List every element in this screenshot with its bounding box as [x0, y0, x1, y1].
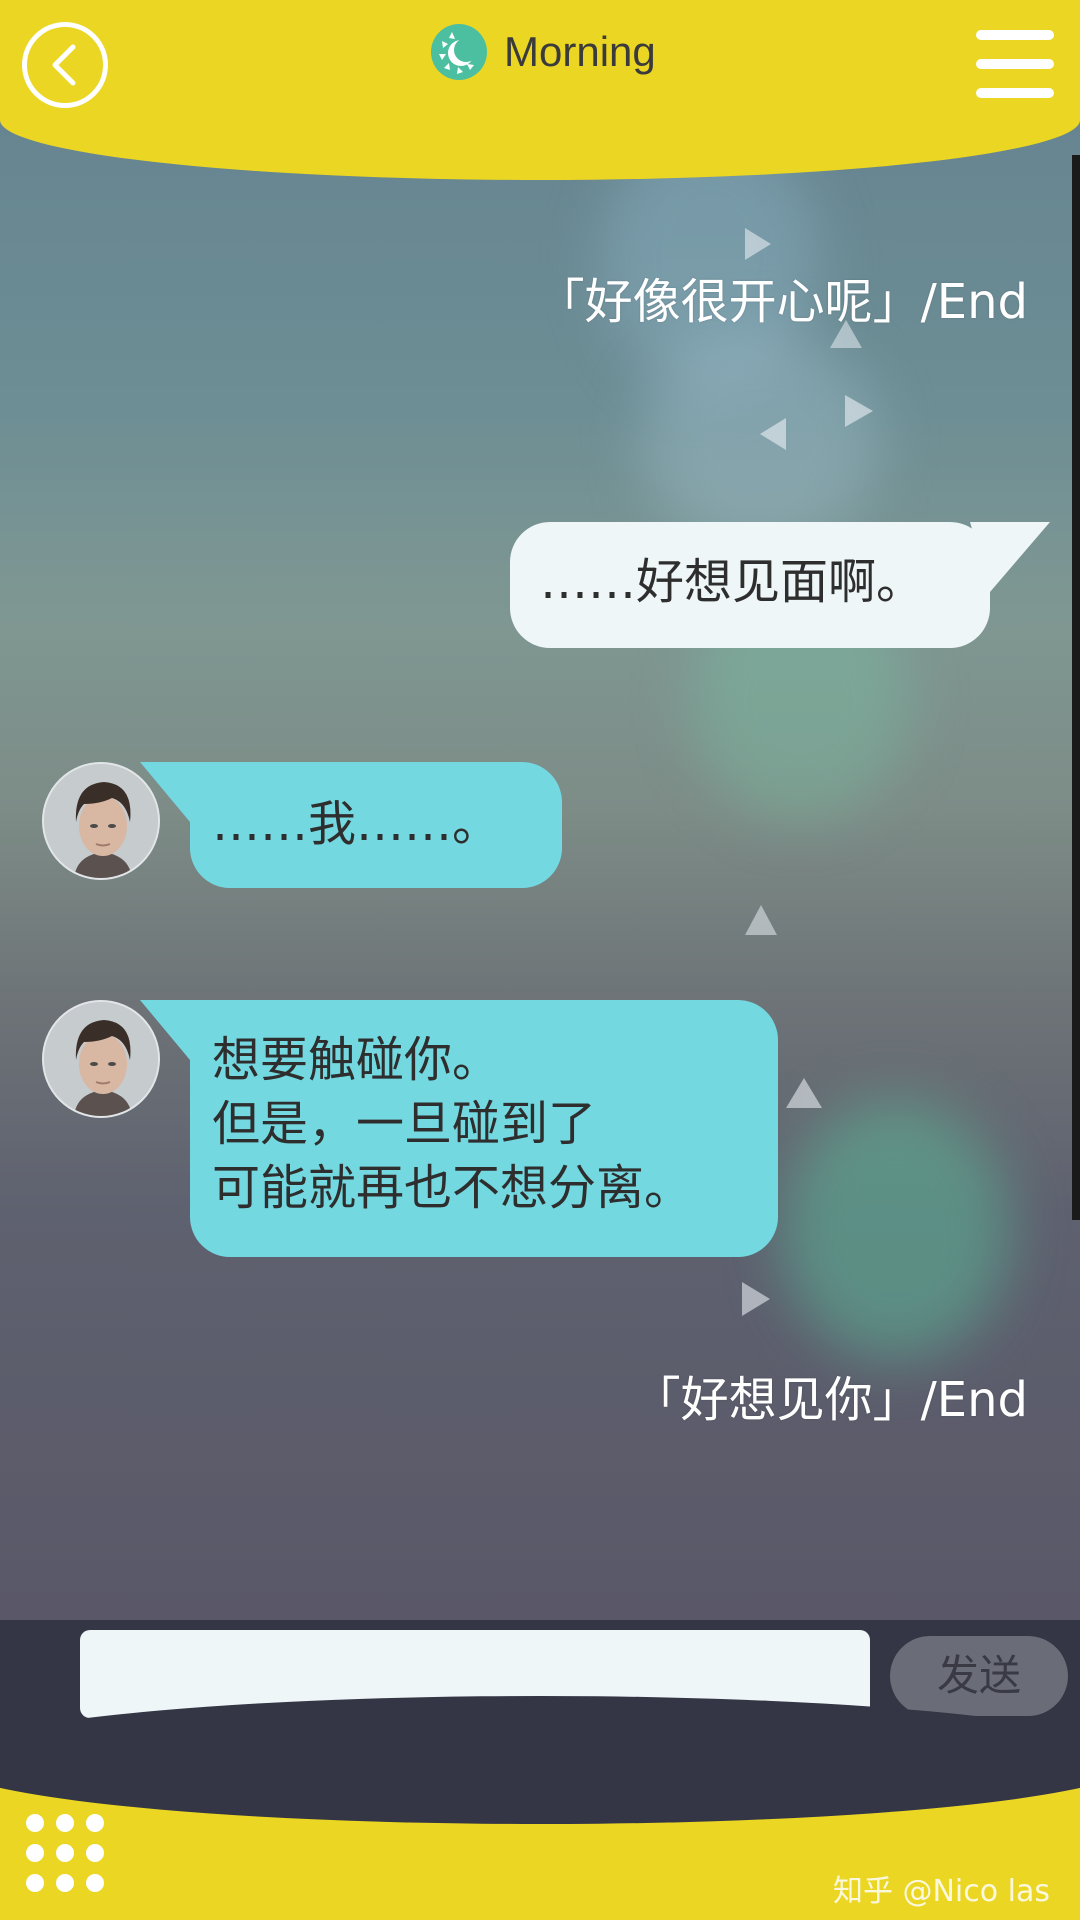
menu-button[interactable]	[976, 30, 1054, 98]
sun-moon-icon	[431, 24, 487, 80]
outgoing-message: ……好想见面啊。	[510, 522, 1050, 648]
page-title: Morning	[504, 28, 656, 75]
back-button[interactable]	[22, 22, 108, 108]
watermark: 知乎 @Nico las	[832, 1874, 1050, 1909]
message-line: 但是，一旦碰到了	[212, 1096, 597, 1152]
incoming-message: ……我……。	[140, 762, 570, 888]
system-message: 「好像很开心呢」/End	[536, 274, 1028, 330]
hamburger-menu-icon	[976, 30, 1054, 40]
header-title-group: Morning	[430, 22, 656, 82]
bottom-bar: 知乎 @Nico las	[0, 1696, 1080, 1920]
incoming-bubble: ……我……。	[190, 762, 562, 888]
incoming-message: 想要触碰你。 但是，一旦碰到了 可能就再也不想分离。	[140, 1000, 780, 1257]
system-message: 「好想见你」/End	[632, 1372, 1028, 1428]
top-bar: Morning	[0, 0, 1080, 180]
send-button[interactable]: 发送	[890, 1636, 1068, 1716]
message-line: 可能就再也不想分离。	[212, 1160, 693, 1216]
message-line: 想要触碰你。	[212, 1032, 501, 1088]
apps-grid-icon[interactable]	[26, 1814, 104, 1892]
scrollbar[interactable]	[1072, 155, 1080, 1220]
incoming-bubble: 想要触碰你。 但是，一旦碰到了 可能就再也不想分离。	[190, 1000, 778, 1257]
outgoing-bubble: ……好想见面啊。	[510, 522, 990, 648]
chevron-left-icon	[52, 44, 76, 86]
